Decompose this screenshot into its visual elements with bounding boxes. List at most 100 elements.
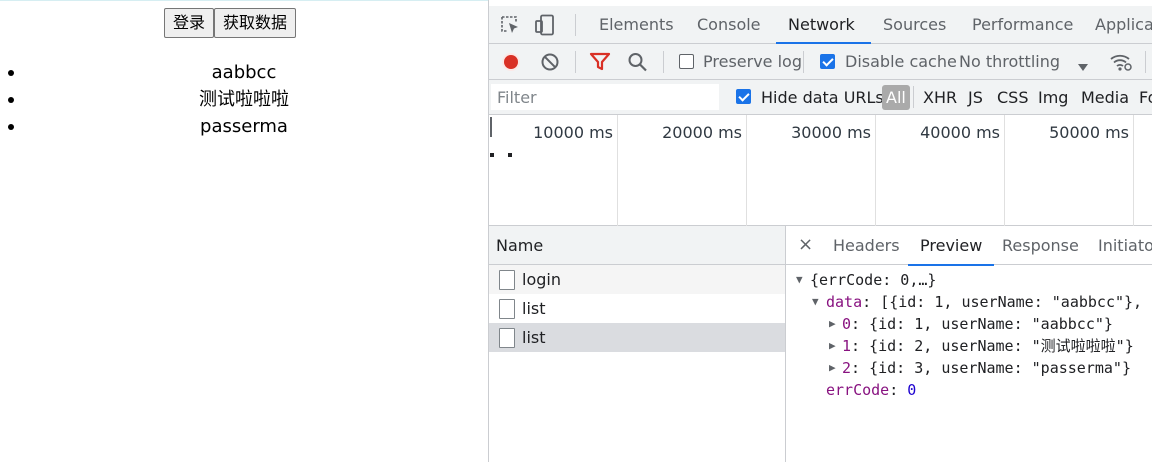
- detail-tab-bar: × Headers Preview Response Initiator: [786, 226, 1152, 266]
- request-name: list: [522, 328, 546, 347]
- triangle-right-icon[interactable]: ▶: [829, 357, 836, 379]
- json-colon: :: [851, 315, 870, 333]
- timeline-tick: 40000 ms: [876, 115, 1005, 226]
- document-icon: [499, 328, 515, 348]
- document-icon: [499, 299, 515, 319]
- clear-icon[interactable]: [540, 52, 560, 72]
- json-data-summary: [{id: 1, userName: "aabbcc"},: [880, 293, 1143, 311]
- json-root-node[interactable]: ▼ {errCode: 0,…}: [786, 269, 1152, 291]
- timeline-tick: 20000 ms: [618, 115, 747, 226]
- json-item-value: {id: 2, userName: "测试啦啦啦"}: [869, 337, 1134, 355]
- hide-data-urls-checkbox[interactable]: [736, 89, 751, 104]
- record-icon[interactable]: [501, 52, 521, 72]
- filter-type-js[interactable]: JS: [968, 80, 983, 115]
- list-item: aabbcc: [0, 61, 488, 88]
- tab-elements[interactable]: Elements: [599, 6, 674, 43]
- json-array-item[interactable]: ▶ 1: {id: 2, userName: "测试啦啦啦"}: [786, 335, 1152, 357]
- json-index: 0: [842, 315, 852, 333]
- tick-label: 10000 ms: [533, 123, 613, 142]
- tab-network[interactable]: Network: [776, 6, 871, 44]
- preserve-log-checkbox[interactable]: [679, 54, 694, 69]
- json-index: 1: [842, 337, 852, 355]
- json-index: 2: [842, 359, 852, 377]
- detail-tab-headers[interactable]: Headers: [833, 226, 900, 265]
- throttling-select[interactable]: No throttling: [959, 44, 1060, 80]
- devtools-panel: Elements Console Network Sources Perform…: [488, 0, 1152, 462]
- filter-bar: Hide data URLs All XHR JS CSS Img Media …: [489, 80, 1152, 115]
- triangle-right-icon[interactable]: ▶: [829, 335, 836, 357]
- json-colon: :: [851, 337, 870, 355]
- timeline-tick: 10000 ms: [489, 115, 618, 226]
- timeline-tick: 50000 ms: [1005, 115, 1134, 226]
- filter-input[interactable]: [491, 84, 719, 110]
- json-item-value: {id: 3, userName: "passerma"}: [869, 359, 1131, 377]
- detail-tab-response[interactable]: Response: [1002, 226, 1079, 265]
- request-list: Name login list list: [489, 226, 786, 462]
- close-icon[interactable]: ×: [798, 226, 813, 265]
- tab-performance[interactable]: Performance: [972, 6, 1073, 43]
- detail-tab-initiator[interactable]: Initiator: [1098, 226, 1152, 265]
- filter-type-all[interactable]: All: [882, 85, 910, 110]
- timeline-tick: 30000 ms: [747, 115, 876, 226]
- name-column-header[interactable]: Name: [489, 226, 785, 265]
- search-icon[interactable]: [627, 52, 649, 72]
- request-row-list-selected[interactable]: list: [489, 323, 785, 352]
- json-array-item[interactable]: ▶ 2: {id: 3, userName: "passerma"}: [786, 357, 1152, 379]
- triangle-right-icon[interactable]: ▶: [829, 313, 836, 335]
- filter-type-font[interactable]: Fo: [1139, 80, 1152, 115]
- web-page: 登录 获取数据 aabbcc 测试啦啦啦 passerma: [0, 0, 488, 462]
- json-colon: :: [862, 293, 881, 311]
- chevron-down-icon[interactable]: [1077, 58, 1089, 71]
- request-mark: [490, 153, 494, 157]
- inspect-element-icon[interactable]: [499, 14, 523, 36]
- tick-label: 30000 ms: [791, 123, 871, 142]
- devtools-tab-bar: Elements Console Network Sources Perform…: [489, 6, 1152, 44]
- json-preview: ▼ {errCode: 0,…} ▼ data: [{id: 1, userNa…: [786, 269, 1152, 401]
- request-row-login[interactable]: login: [489, 265, 785, 294]
- disable-cache-label[interactable]: Disable cache: [845, 44, 957, 80]
- device-toolbar-icon[interactable]: [533, 14, 557, 36]
- triangle-down-icon[interactable]: ▼: [812, 291, 819, 313]
- network-conditions-icon[interactable]: [1109, 51, 1133, 73]
- network-toolbar: Preserve log Disable cache No throttling: [489, 44, 1152, 80]
- request-name: login: [522, 270, 561, 289]
- json-array-item[interactable]: ▶ 0: {id: 1, userName: "aabbcc"}: [786, 313, 1152, 335]
- tab-application[interactable]: Applicat: [1095, 6, 1152, 43]
- filter-type-css[interactable]: CSS: [997, 80, 1028, 115]
- toolbar-divider: [575, 51, 576, 73]
- filter-divider: [913, 86, 914, 108]
- filter-type-img[interactable]: Img: [1038, 80, 1068, 115]
- disable-cache-checkbox[interactable]: [820, 54, 835, 69]
- json-colon: :: [889, 381, 908, 399]
- document-icon: [499, 270, 515, 290]
- user-list: aabbcc 测试啦啦啦 passerma: [0, 61, 488, 142]
- filter-type-media[interactable]: Media: [1081, 80, 1129, 115]
- tab-divider: [575, 14, 576, 36]
- list-item: passerma: [0, 115, 488, 142]
- tick-label: 50000 ms: [1049, 123, 1129, 142]
- json-key: data: [826, 293, 863, 311]
- network-split-view: Name login list list × Headers Preview R…: [489, 226, 1152, 462]
- request-mark: [508, 153, 512, 157]
- network-overview-timeline[interactable]: 10000 ms 20000 ms 30000 ms 40000 ms 5000…: [489, 115, 1152, 226]
- page-button-bar: 登录 获取数据: [164, 8, 297, 38]
- detail-tab-preview[interactable]: Preview: [907, 226, 995, 266]
- json-errcode-node: errCode: 0: [786, 379, 1152, 401]
- login-button[interactable]: 登录: [164, 8, 215, 38]
- tab-console[interactable]: Console: [697, 6, 761, 43]
- hide-data-urls-label[interactable]: Hide data URLs: [761, 80, 884, 115]
- json-number: 0: [907, 381, 917, 399]
- tab-sources[interactable]: Sources: [883, 6, 946, 43]
- toolbar-divider: [803, 51, 804, 73]
- filter-icon[interactable]: [589, 52, 611, 72]
- request-name: list: [522, 299, 546, 318]
- triangle-down-icon[interactable]: ▼: [796, 269, 803, 291]
- fetch-data-button[interactable]: 获取数据: [214, 8, 297, 38]
- filter-type-xhr[interactable]: XHR: [923, 80, 957, 115]
- request-row-list[interactable]: list: [489, 294, 785, 323]
- json-colon: :: [851, 359, 870, 377]
- preserve-log-label[interactable]: Preserve log: [703, 44, 802, 80]
- tick-label: 20000 ms: [662, 123, 742, 142]
- json-root-summary: {errCode: 0,…}: [810, 271, 937, 289]
- json-data-node[interactable]: ▼ data: [{id: 1, userName: "aabbcc"},: [786, 291, 1152, 313]
